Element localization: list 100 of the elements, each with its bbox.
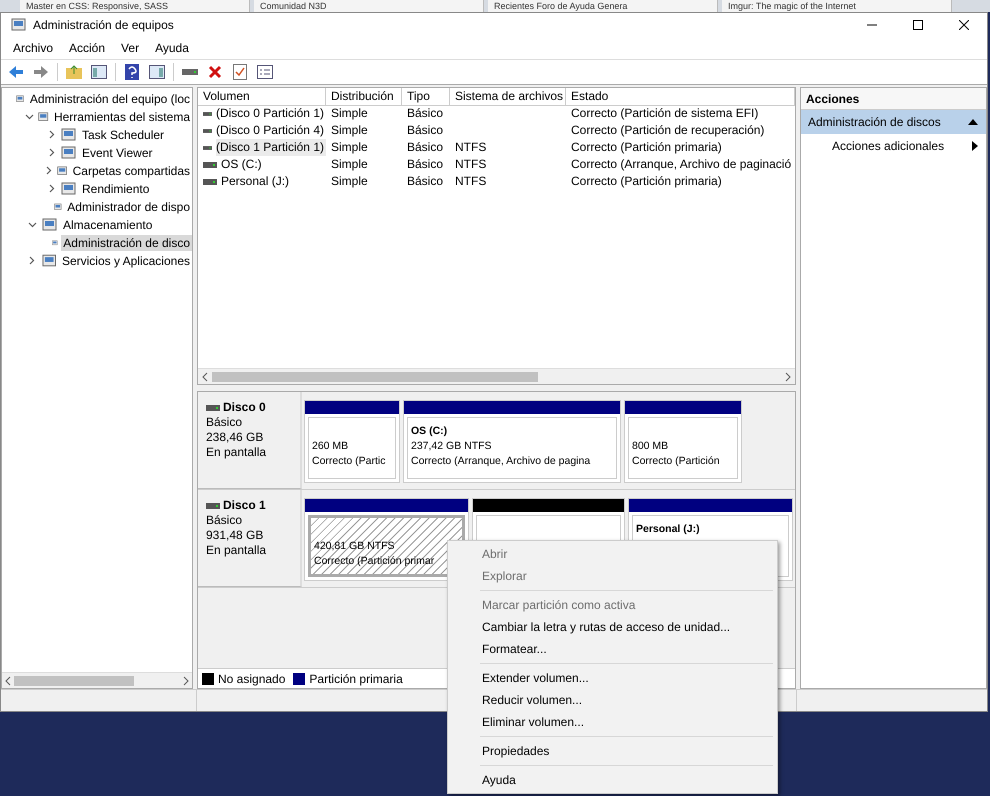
- menu-item[interactable]: Ayuda: [147, 39, 197, 57]
- context-menu-item[interactable]: Formatear...: [450, 638, 775, 660]
- partition-status: Correcto (Partición: [632, 454, 720, 469]
- table-cell-text: Simple: [331, 122, 369, 139]
- table-cell-text: NTFS: [455, 139, 488, 156]
- tree-item[interactable]: Rendimiento: [80, 181, 152, 197]
- triangle-right-icon: [972, 141, 978, 151]
- tree-item[interactable]: Task Scheduler: [80, 127, 166, 143]
- drive-icon: [206, 502, 220, 508]
- drive-icon: [203, 162, 217, 168]
- disk-status: En pantalla: [206, 543, 268, 558]
- tree-item[interactable]: Administración de disco: [61, 235, 192, 251]
- menu-item[interactable]: Archivo: [5, 39, 62, 57]
- table-cell-text: Simple: [331, 139, 369, 156]
- partition-block[interactable]: OS (C:) 237,42 GB NTFS Correcto (Arranque, Archivo de pagina: [407, 417, 617, 479]
- node-icon: [61, 181, 77, 197]
- partition-title: Personal (J:): [636, 522, 700, 537]
- disk-size: 238,46 GB: [206, 430, 264, 445]
- menu-item[interactable]: Acción: [61, 39, 114, 57]
- disk-type: Básico: [206, 415, 244, 430]
- tree-item[interactable]: Herramientas del sistema: [52, 109, 192, 125]
- disk-status: En pantalla: [206, 445, 268, 460]
- context-menu-item[interactable]: Cambiar la letra y rutas de acceso de unidad...: [450, 616, 775, 638]
- tree-item[interactable]: Administrador de dispo: [65, 199, 192, 215]
- table-cell-text: Básico: [407, 156, 444, 173]
- action-item[interactable]: Acciones adicionales: [801, 134, 986, 158]
- partition-size: 260 MB: [312, 439, 348, 454]
- table-cell-text: OS (C:): [221, 156, 263, 173]
- node-icon: [61, 127, 77, 143]
- drive-icon: [203, 144, 212, 150]
- table-cell-text: Correcto (Partición de recuperación): [571, 122, 766, 139]
- table-cell-text: Simple: [331, 173, 369, 190]
- drive-icon: [203, 178, 217, 184]
- column-header[interactable]: Volumen: [198, 88, 326, 106]
- table-cell-text: Correcto (Arranque, Archivo de paginació: [571, 156, 792, 173]
- close-icon[interactable]: [959, 20, 969, 30]
- context-menu-item[interactable]: Ayuda: [450, 769, 775, 791]
- table-cell-text: Básico: [407, 173, 444, 190]
- partition-size: 420,81 GB NTFS: [314, 539, 395, 554]
- table-cell-text: Correcto (Partición primaria): [571, 173, 723, 190]
- context-menu-item[interactable]: Propiedades: [450, 740, 775, 762]
- browser-tab[interactable]: Recientes Foro de Ayuda Genera: [488, 0, 718, 12]
- actions-section[interactable]: Administración de discos: [801, 110, 986, 134]
- partition-block[interactable]: 260 MB Correcto (Partic: [308, 417, 396, 479]
- partition-block[interactable]: 800 MB Correcto (Partición: [628, 417, 738, 479]
- actions-header: Acciones: [801, 88, 986, 110]
- browser-tab[interactable]: Imgur: The magic of the Internet: [722, 0, 952, 12]
- partition-size: 237,42 GB NTFS: [411, 439, 492, 454]
- partition-status: Correcto (Partic: [312, 454, 386, 469]
- window-title: Administración de equipos: [33, 18, 174, 32]
- disk-size: 931,48 GB: [206, 528, 264, 543]
- disk-name: Disco 0: [206, 400, 300, 415]
- browser-tab[interactable]: Comunidad N3D: [254, 0, 484, 12]
- menu-item[interactable]: Ver: [113, 39, 148, 57]
- scrollbar-thumb[interactable]: [212, 372, 538, 382]
- table-cell-text: Básico: [407, 122, 444, 139]
- disk-type: Básico: [206, 513, 244, 528]
- tree-item[interactable]: Almacenamiento: [61, 217, 154, 233]
- partition-size: 800 MB: [632, 439, 668, 454]
- node-icon: [42, 217, 58, 233]
- column-header[interactable]: Tipo: [402, 88, 450, 106]
- chevron-right-icon[interactable]: [27, 256, 36, 265]
- forward-arrow-icon[interactable]: [33, 65, 49, 79]
- tree-item[interactable]: Servicios y Aplicaciones: [60, 253, 192, 269]
- partition-title: OS (C:): [411, 424, 448, 439]
- legend-label: Partición primaria: [309, 672, 403, 686]
- chevron-down-icon[interactable]: [25, 112, 34, 121]
- table-cell-text: Simple: [331, 105, 369, 122]
- tree-item[interactable]: Event Viewer: [80, 145, 154, 161]
- chevron-down-icon[interactable]: [28, 220, 36, 229]
- back-arrow-icon[interactable]: [8, 65, 24, 79]
- partition-status: Correcto (Arranque, Archivo de pagina: [411, 454, 590, 469]
- column-header[interactable]: Sistema de archivos: [450, 88, 566, 106]
- table-cell-text: (Disco 0 Partición 1): [216, 105, 325, 122]
- drive-icon: [203, 110, 212, 116]
- table-cell-text: Simple: [331, 156, 369, 173]
- context-menu-item[interactable]: Extender volumen...: [450, 667, 775, 689]
- table-cell-text: Básico: [407, 105, 444, 122]
- table-cell-text: NTFS: [455, 156, 488, 173]
- disk-name: Disco 1: [206, 498, 300, 513]
- context-menu-item[interactable]: Eliminar volumen...: [450, 711, 775, 733]
- legend-label: No asignado: [218, 672, 286, 686]
- tree-item[interactable]: Administración del equipo (loc: [28, 91, 192, 107]
- browser-tab[interactable]: Master en CSS: Responsive, SASS: [20, 0, 250, 12]
- node-icon: [11, 17, 27, 33]
- node-icon: [61, 145, 77, 161]
- table-cell: (Disco 1 Partición 1): [216, 139, 326, 156]
- table-cell-text: (Disco 0 Partición 4): [216, 122, 325, 139]
- column-header[interactable]: Estado: [566, 88, 795, 106]
- scrollbar-thumb[interactable]: [14, 676, 134, 686]
- tree-item[interactable]: Carpetas compartidas: [70, 163, 192, 179]
- column-header[interactable]: Distribución: [326, 88, 402, 106]
- maximize-icon[interactable]: [913, 20, 923, 30]
- table-cell-text: Personal (J:): [221, 173, 290, 190]
- drive-icon: [206, 404, 220, 410]
- table-cell-text: NTFS: [455, 173, 488, 190]
- triangle-up-icon: [968, 119, 978, 125]
- partition-block[interactable]: 420,81 GB NTFS Correcto (Partición primar: [308, 515, 465, 577]
- drive-icon: [203, 128, 212, 134]
- node-icon: [42, 253, 57, 269]
